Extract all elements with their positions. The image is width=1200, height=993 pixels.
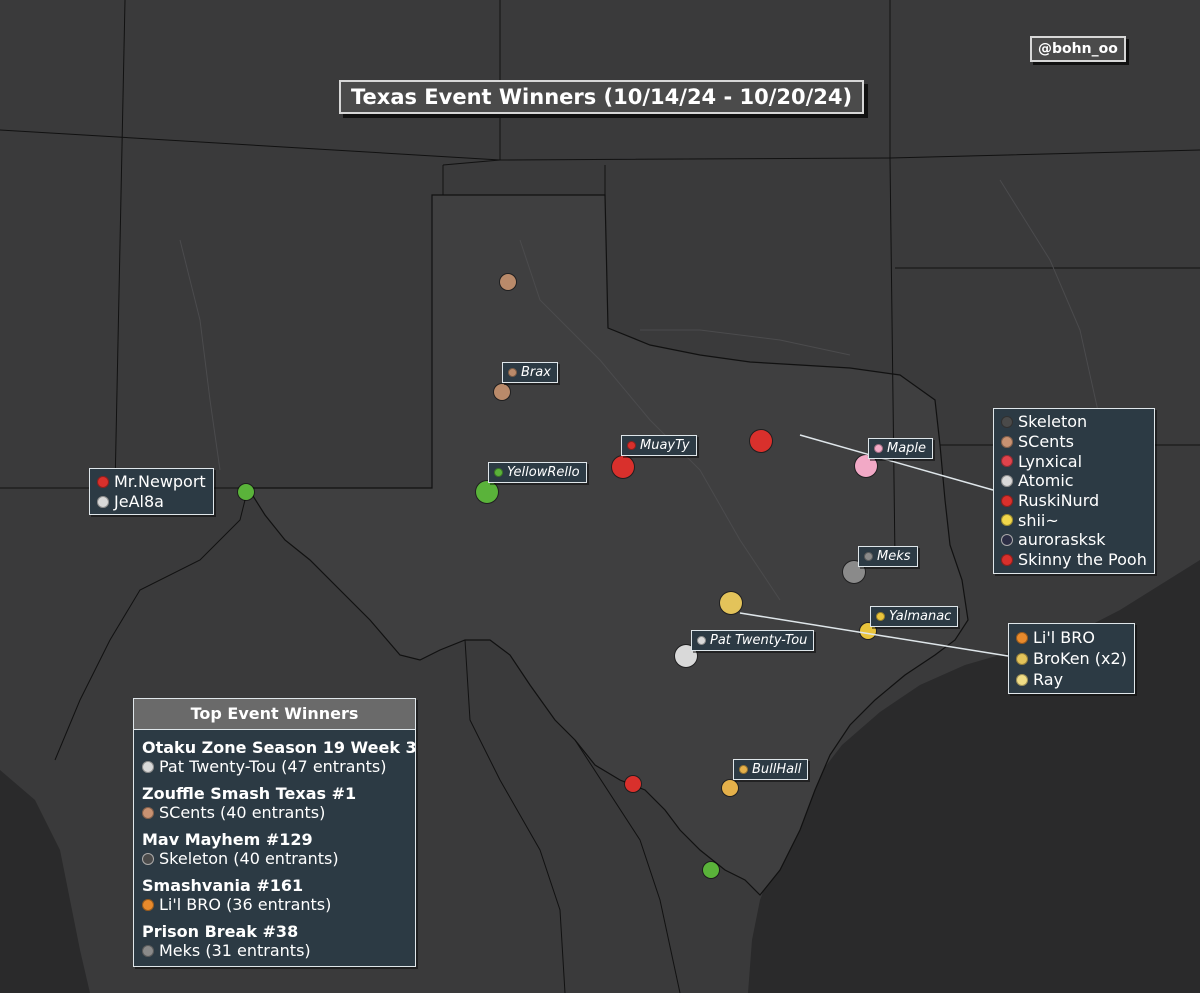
brown-hair-character-icon — [142, 806, 154, 819]
event-winner[interactable]: Meks (31 entrants) — [142, 941, 407, 960]
robot-character-icon — [97, 495, 109, 508]
masked-character-icon — [142, 944, 154, 957]
yellow-character-icon — [1016, 673, 1028, 686]
robot-character-icon — [142, 760, 154, 773]
event-name: Smashvania #161 — [142, 876, 304, 895]
blonde-character-icon — [1016, 652, 1028, 665]
austin-winners-list: Li'l BRO BroKen (x2) Ray — [1008, 623, 1135, 694]
list-item[interactable]: RuskiNurd — [1001, 491, 1147, 511]
red-cap-character-icon — [1001, 553, 1013, 566]
robot-character-icon — [1001, 474, 1013, 487]
event-winner[interactable]: Li'l BRO (36 entrants) — [142, 895, 407, 914]
top-event-winners-header: Top Event Winners — [134, 699, 415, 730]
event-winner[interactable]: SCents (40 entrants) — [142, 803, 407, 822]
pink-puff-character-icon — [874, 444, 883, 453]
green-dino-character-icon — [494, 468, 503, 477]
masked-character-icon — [864, 552, 873, 561]
blue-hero-character-icon — [876, 612, 885, 621]
red-character-icon — [627, 441, 636, 450]
el-paso-winners-list: Mr.Newport JeAl8a — [89, 468, 214, 516]
label-pat-twenty-tou[interactable]: Pat Twenty-Tou — [691, 630, 815, 651]
robot-character-icon — [697, 636, 706, 645]
spiky-hair-character-icon — [142, 852, 154, 865]
list-item[interactable]: Li'l BRO — [1016, 627, 1127, 648]
banana-character-icon — [1001, 514, 1013, 527]
label-meks[interactable]: Meks — [858, 546, 918, 567]
brown-hair-character-icon — [1001, 435, 1013, 448]
brown-hair-character-icon — [508, 368, 517, 377]
red-cap-character-icon — [1001, 494, 1013, 507]
spiky-hair-character-icon — [1001, 415, 1013, 428]
list-item[interactable]: SCents — [1001, 432, 1147, 452]
red-hair-character-icon — [1001, 455, 1013, 468]
orange-hair-character-icon — [142, 898, 154, 911]
label-yellowrello[interactable]: YellowRello — [488, 462, 587, 483]
label-maple[interactable]: Maple — [868, 438, 934, 459]
red-cap-character-icon — [97, 475, 109, 488]
list-item[interactable]: Ray — [1016, 669, 1127, 690]
event-name: Otaku Zone Season 19 Week 3 — [142, 738, 417, 757]
yellow-king-character-icon — [739, 765, 748, 774]
list-item[interactable]: Lynxical — [1001, 451, 1147, 471]
map-title: Texas Event Winners (10/14/24 - 10/20/24… — [339, 80, 865, 114]
label-bullhall[interactable]: BullHall — [733, 759, 809, 780]
orange-hair-character-icon — [1016, 631, 1028, 644]
event-name: Zouffle Smash Texas #1 — [142, 784, 357, 803]
label-muayty[interactable]: MuayTy — [621, 435, 697, 456]
list-item[interactable]: BroKen (x2) — [1016, 648, 1127, 669]
dfw-winners-list: Skeleton SCents Lynxical Atomic RuskiNur… — [993, 408, 1155, 574]
event-winner[interactable]: Pat Twenty-Tou (47 entrants) — [142, 757, 407, 776]
event-winner[interactable]: Skeleton (40 entrants) — [142, 849, 407, 868]
map-canvas: Texas Event Winners (10/14/24 - 10/20/24… — [0, 0, 1200, 993]
event-name: Mav Mayhem #129 — [142, 830, 313, 849]
label-brax[interactable]: Brax — [502, 362, 558, 383]
list-item[interactable]: aurorasksk — [1001, 530, 1147, 550]
dark-hair-character-icon — [1001, 533, 1013, 546]
list-item[interactable]: Skeleton — [1001, 412, 1147, 432]
list-item[interactable]: Atomic — [1001, 471, 1147, 491]
author-handle[interactable]: @bohn_oo — [1030, 36, 1126, 62]
event-name: Prison Break #38 — [142, 922, 299, 941]
list-item[interactable]: JeAl8a — [97, 492, 206, 512]
label-yalmanac[interactable]: Yalmanac — [870, 606, 959, 627]
list-item[interactable]: shii~ — [1001, 510, 1147, 530]
list-item[interactable]: Mr.Newport — [97, 472, 206, 492]
list-item[interactable]: Skinny the Pooh — [1001, 550, 1147, 570]
top-event-winners-panel: Top Event Winners Otaku Zone Season 19 W… — [133, 698, 417, 967]
